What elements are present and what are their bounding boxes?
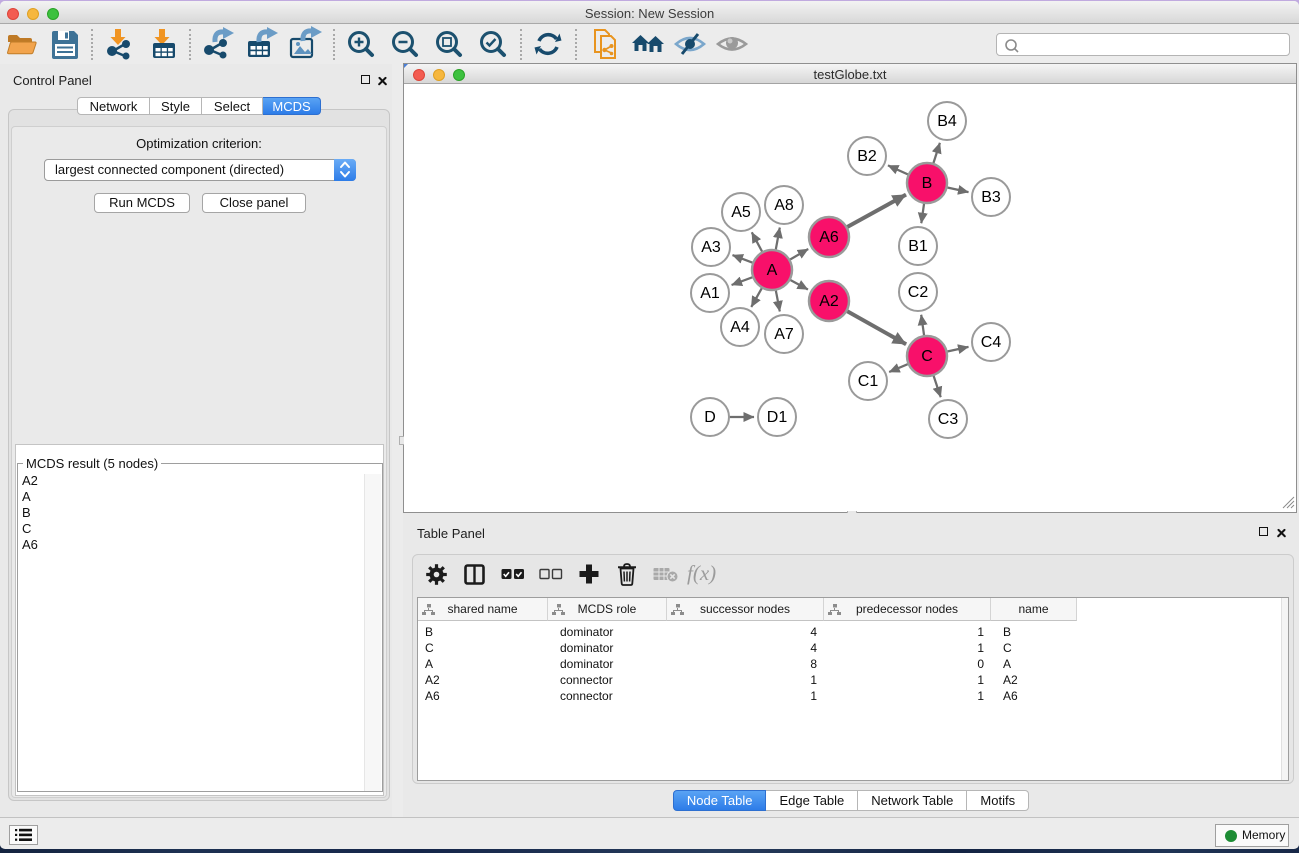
svg-text:B3: B3	[981, 189, 1001, 206]
svg-text:B2: B2	[857, 148, 877, 165]
svg-text:C3: C3	[938, 411, 959, 428]
svg-text:A1: A1	[700, 285, 720, 302]
svg-text:C2: C2	[908, 284, 929, 301]
svg-text:B: B	[922, 175, 933, 192]
svg-text:A3: A3	[701, 239, 721, 256]
svg-text:D: D	[704, 409, 716, 426]
svg-text:B4: B4	[937, 113, 957, 130]
svg-text:A: A	[767, 262, 778, 279]
svg-text:C: C	[921, 348, 933, 365]
svg-text:A7: A7	[774, 326, 794, 343]
svg-text:A2: A2	[819, 293, 839, 310]
svg-text:B1: B1	[908, 238, 928, 255]
svg-text:A5: A5	[731, 204, 751, 221]
svg-text:A6: A6	[819, 229, 839, 246]
svg-text:C1: C1	[858, 373, 879, 390]
svg-text:C4: C4	[981, 334, 1002, 351]
svg-text:D1: D1	[767, 409, 788, 426]
svg-text:A4: A4	[730, 319, 750, 336]
svg-text:A8: A8	[774, 197, 794, 214]
